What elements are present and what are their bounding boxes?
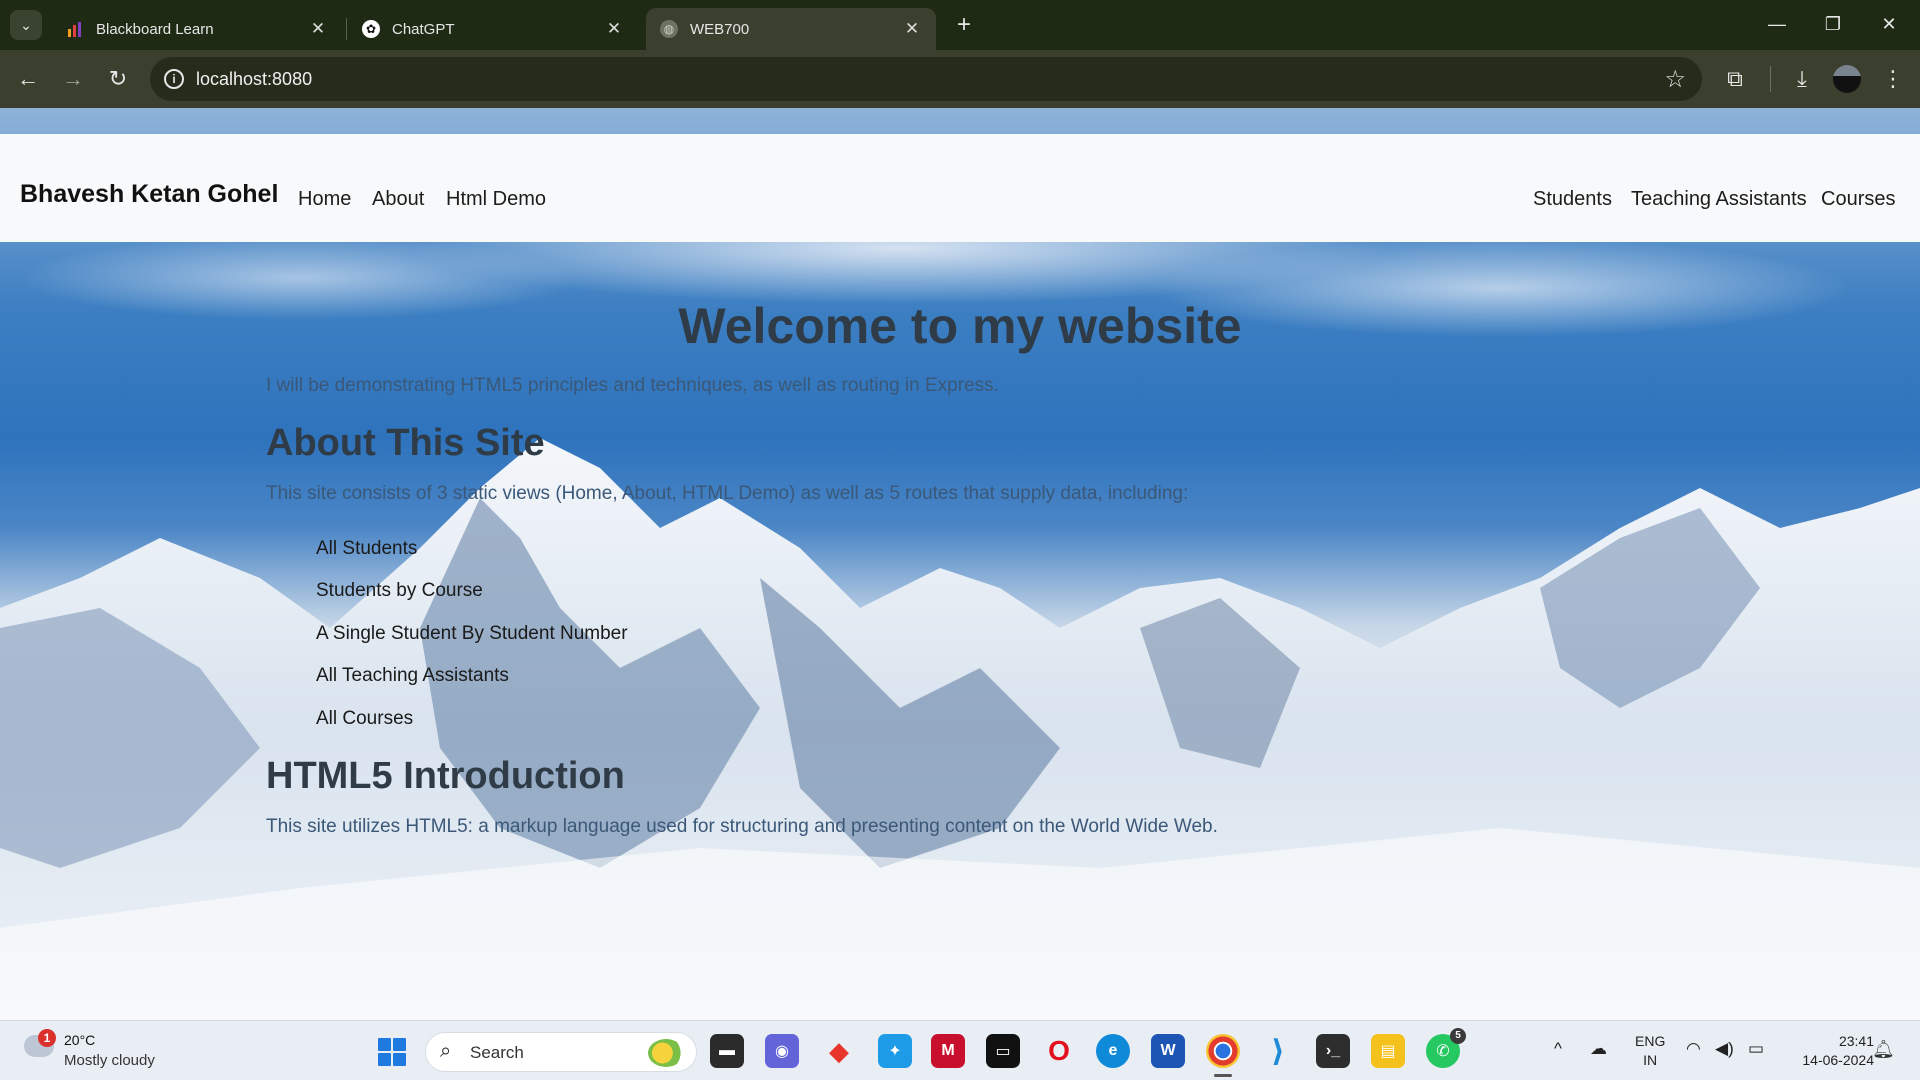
tab-divider (346, 18, 347, 40)
terminal-app-icon[interactable]: ›_ (1316, 1034, 1350, 1068)
tab-title: ChatGPT (392, 20, 455, 38)
site-navbar: Bhavesh Ketan Gohel Home About Html Demo… (0, 134, 1920, 242)
restore-button[interactable]: ❐ (1806, 8, 1860, 40)
task-view-icon[interactable]: ▬ (710, 1034, 744, 1068)
close-tab-icon[interactable]: ✕ (604, 19, 624, 39)
tab-title: WEB700 (690, 20, 750, 38)
globe-icon: ◍ (660, 20, 678, 38)
red-diamond-app-icon[interactable]: ◆ (822, 1034, 856, 1068)
nav-link-teaching-assistants[interactable]: Teaching Assistants (1631, 188, 1807, 211)
tab-title: Blackboard Learn (96, 20, 214, 38)
whatsapp-badge: 5 (1450, 1028, 1466, 1044)
chevron-down-icon: ⌄ (20, 16, 32, 33)
address-bar[interactable]: i localhost:8080 ☆ (150, 57, 1702, 101)
forward-button[interactable]: → (58, 64, 88, 94)
teams-icon[interactable]: ◉ (765, 1034, 799, 1068)
onedrive-icon[interactable]: ☁ (1590, 1039, 1607, 1059)
minimize-button[interactable]: — (1750, 8, 1804, 40)
about-paragraph: This site consists of 3 static views (Ho… (266, 483, 1189, 504)
tab-web700[interactable]: ◍ WEB700 ✕ (646, 8, 936, 50)
opera-icon[interactable]: O (1042, 1034, 1076, 1068)
reload-button[interactable]: ↻ (103, 64, 133, 94)
tab-chatgpt[interactable]: ✿ ChatGPT ✕ (348, 8, 638, 50)
tab-search-button[interactable]: ⌄ (10, 10, 42, 40)
chart-bars-icon (66, 20, 84, 38)
close-tab-icon[interactable]: ✕ (902, 19, 922, 39)
reload-icon: ↻ (108, 66, 128, 91)
whatsapp-icon[interactable]: ✆ 5 (1426, 1028, 1466, 1068)
download-icon[interactable]: ⤓ (1787, 64, 1817, 94)
about-heading: About This Site (266, 422, 545, 464)
volume-icon[interactable]: ◀) (1715, 1039, 1734, 1059)
close-tab-icon[interactable]: ✕ (308, 19, 328, 39)
battery-icon[interactable]: ▭ (1748, 1039, 1764, 1059)
vscode-icon[interactable]: ⟩ (1261, 1034, 1295, 1068)
mcafee-icon[interactable]: M (931, 1034, 965, 1068)
extensions-icon[interactable]: ⧉ (1720, 64, 1750, 94)
arrow-left-icon: ← (17, 66, 39, 91)
list-item: All Students (316, 538, 418, 559)
windows-taskbar: 1 20°C Mostly cloudy ⌕ Search ▬ ◉ ◆ ✦ M … (0, 1020, 1920, 1080)
taskbar-search[interactable]: ⌕ Search (425, 1032, 697, 1072)
bookmark-star-icon[interactable]: ☆ (1664, 65, 1686, 94)
language-code: ENG (1635, 1033, 1666, 1049)
search-highlight-icon (648, 1039, 684, 1067)
weather-temperature[interactable]: 20°C (64, 1032, 95, 1048)
wifi-icon[interactable]: ◠ (1686, 1039, 1701, 1059)
mountain-background (0, 438, 1920, 1020)
list-item: All Courses (316, 708, 414, 729)
chevron-up-icon[interactable]: ^ (1554, 1039, 1562, 1059)
welcome-heading: Welcome to my website (678, 298, 1242, 354)
list-item: Students by Course (316, 580, 483, 601)
profile-avatar[interactable] (1833, 65, 1861, 93)
list-item: All Teaching Assistants (316, 665, 509, 686)
site-brand[interactable]: Bhavesh Ketan Gohel (20, 180, 278, 209)
chrome-icon[interactable] (1206, 1034, 1240, 1077)
terminal-icon[interactable]: ▭ (986, 1034, 1020, 1068)
back-button[interactable]: ← (13, 64, 43, 94)
browser-toolbar: ← → ↻ i localhost:8080 ☆ ⧉ ⤓ ⋮ (0, 50, 1920, 108)
word-icon[interactable]: W (1151, 1034, 1185, 1068)
copilot-icon[interactable]: ✦ (878, 1034, 912, 1068)
system-clock[interactable]: 23:41 14-06-2024 (1784, 1032, 1874, 1070)
toolbar-divider (1770, 66, 1771, 92)
tab-strip: ⌄ Blackboard Learn ✕ ✿ ChatGPT ✕ ◍ WEB70… (0, 0, 1920, 50)
arrow-right-icon: → (62, 66, 84, 91)
nav-link-courses[interactable]: Courses (1821, 188, 1895, 211)
list-item: A Single Student By Student Number (316, 623, 628, 644)
nav-link-students[interactable]: Students (1533, 188, 1612, 211)
html5-paragraph: This site utilizes HTML5: a markup langu… (266, 816, 1218, 837)
nav-link-about[interactable]: About (372, 188, 424, 211)
close-window-button[interactable]: ✕ (1862, 8, 1916, 40)
intro-paragraph: I will be demonstrating HTML5 principles… (266, 375, 999, 396)
weather-badge: 1 (38, 1029, 56, 1047)
language-indicator[interactable]: ENG IN (1635, 1032, 1665, 1070)
nav-link-html-demo[interactable]: Html Demo (446, 188, 546, 211)
clock-date: 14-06-2024 (1802, 1052, 1874, 1068)
new-tab-button[interactable]: + (950, 12, 978, 40)
search-label: Search (470, 1043, 524, 1062)
region-code: IN (1643, 1052, 1658, 1068)
openai-icon: ✿ (362, 20, 380, 38)
address-text[interactable]: localhost:8080 (196, 69, 312, 90)
page-viewport: Bhavesh Ketan Gohel Home About Html Demo… (0, 108, 1920, 1020)
edge-icon[interactable]: e (1096, 1034, 1130, 1068)
site-info-icon[interactable]: i (164, 69, 184, 89)
file-explorer-icon[interactable]: ▤ (1371, 1034, 1405, 1068)
tab-blackboard[interactable]: Blackboard Learn ✕ (52, 8, 342, 50)
html5-heading: HTML5 Introduction (266, 755, 625, 797)
clock-time: 23:41 (1838, 1033, 1874, 1049)
kebab-menu-icon[interactable]: ⋮ (1878, 64, 1908, 94)
search-icon: ⌕ (440, 1040, 452, 1062)
weather-description[interactable]: Mostly cloudy (64, 1052, 155, 1069)
windows-start-icon[interactable] (378, 1038, 406, 1066)
notification-bell-icon[interactable]: 🔔︎ (1872, 1039, 1895, 1060)
nav-link-home[interactable]: Home (298, 188, 351, 211)
